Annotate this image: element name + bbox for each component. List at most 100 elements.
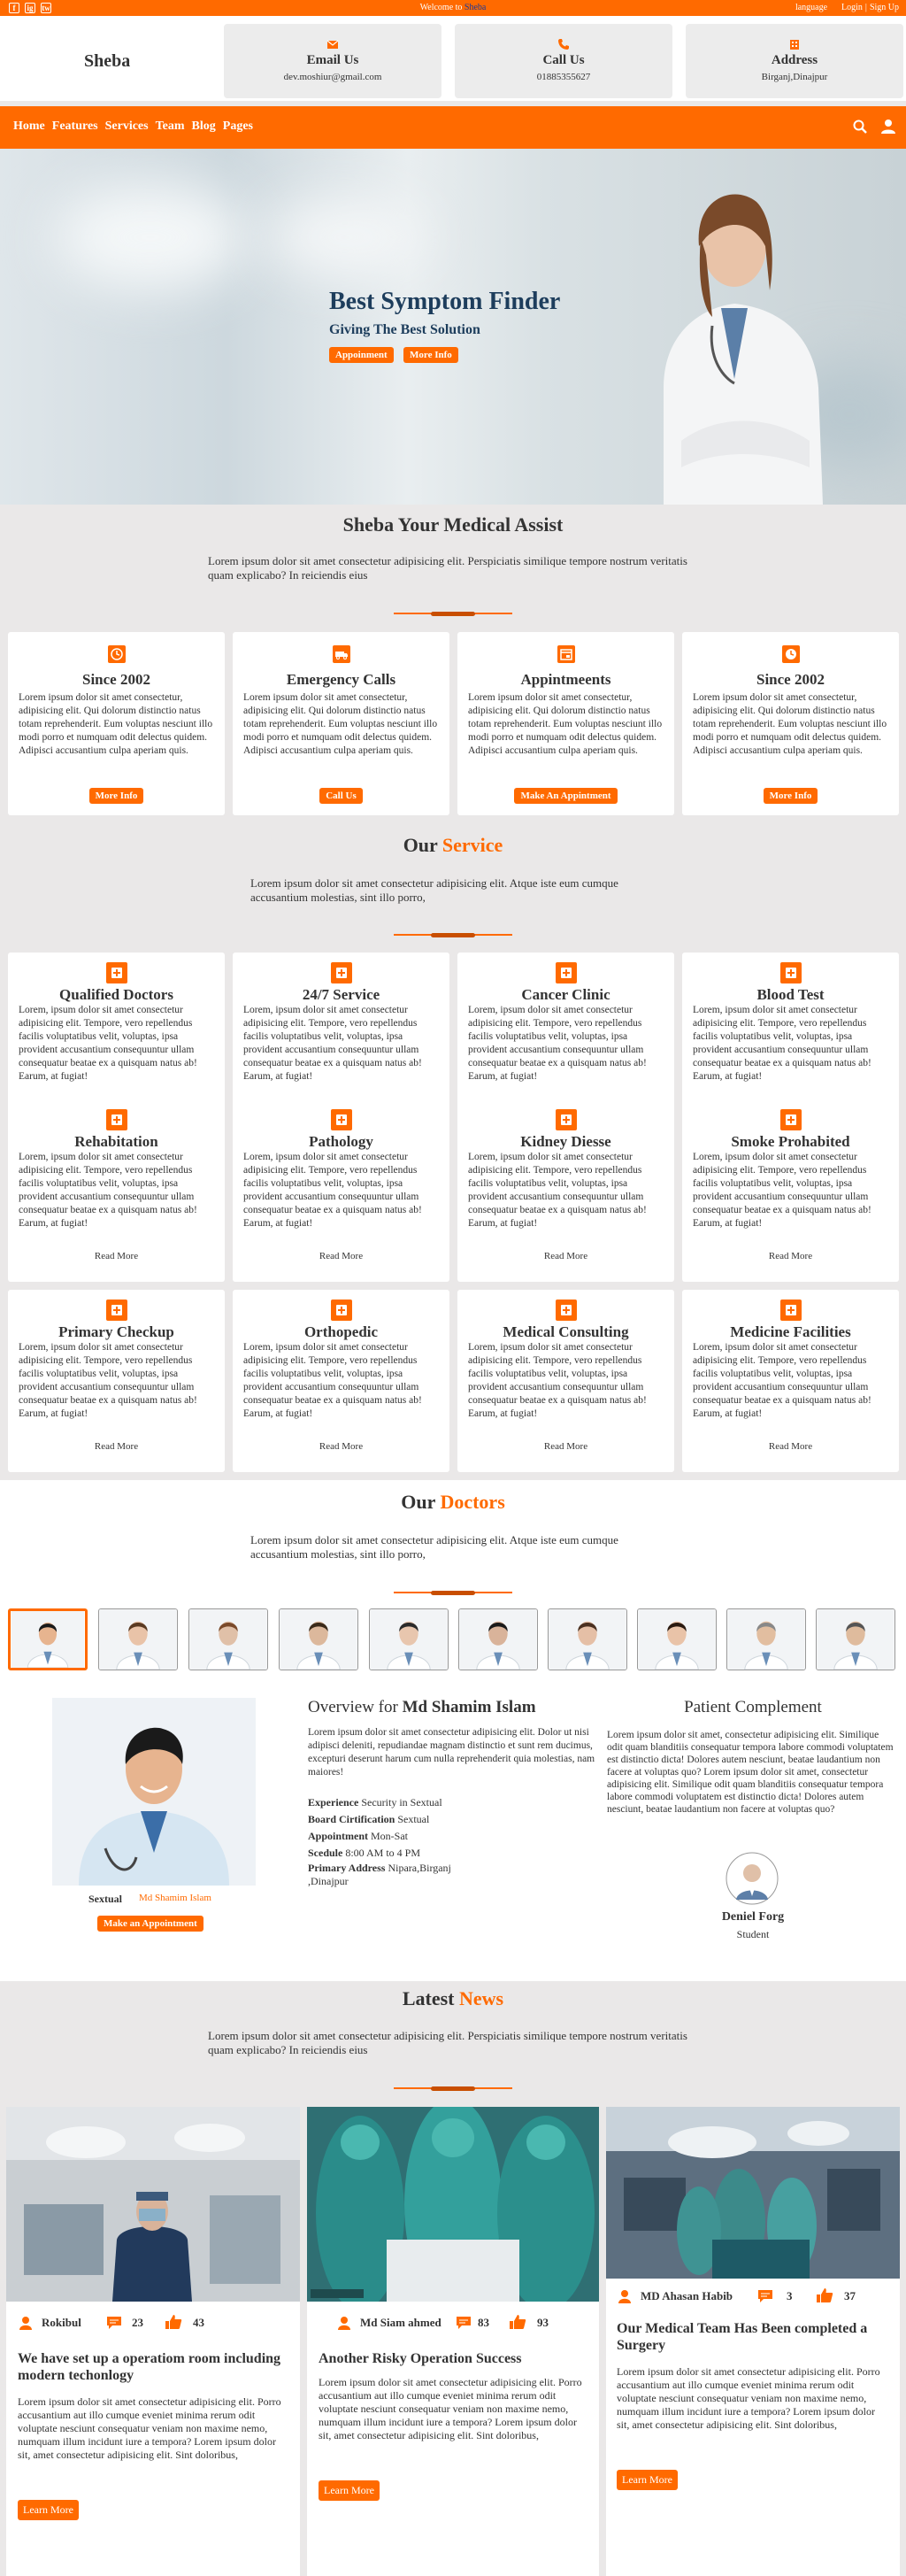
doctor-thumbnail[interactable] <box>188 1608 268 1670</box>
detail-label: Primary Address <box>308 1862 386 1874</box>
read-more-link[interactable]: Read More <box>457 1441 674 1452</box>
service-title: Medicine Facilities <box>730 1323 851 1340</box>
news-author: Rokibul <box>42 2316 81 2329</box>
doctor-photo <box>52 1698 256 1886</box>
nav-home[interactable]: Home <box>13 120 45 134</box>
doctor-thumbnail-image <box>727 1609 805 1670</box>
operation-room-image <box>6 2107 300 2302</box>
feature-title: Since 2002 <box>82 671 150 688</box>
calendar-icon <box>557 645 575 663</box>
doctor-thumbnail[interactable] <box>548 1608 627 1670</box>
read-more-link[interactable]: Read More <box>8 1251 225 1261</box>
news-title[interactable]: We have set up a operatiom room includin… <box>18 2350 288 2384</box>
appointment-button[interactable]: Appoinment <box>329 347 394 363</box>
plus-icon <box>555 962 577 983</box>
nav-blog[interactable]: Blog <box>192 120 216 134</box>
nav-services[interactable]: Services <box>105 120 149 134</box>
section-divider <box>394 1591 512 1595</box>
more-info-button[interactable]: More Info <box>403 347 458 363</box>
read-more-link[interactable]: Read More <box>682 1251 899 1261</box>
news-title[interactable]: Our Medical Team Has Been completed a Su… <box>617 2320 887 2354</box>
complement-text: Lorem ipsum dolor sit amet, consectetur … <box>607 1730 894 1815</box>
make-appointment-button[interactable]: Make An Appintment <box>514 788 618 804</box>
service-title: 24/7 Service <box>302 986 380 1003</box>
doctor-thumbnail-image <box>638 1609 716 1670</box>
feature-card: Since 2002 Lorem ipsum dolor sit amet co… <box>682 632 899 815</box>
search-icon[interactable] <box>852 119 868 135</box>
news-heading: Latest News <box>0 1987 906 2010</box>
doctor-detail-row: Experience Security in Sextual <box>308 1794 485 1811</box>
overview-doctor-name: Md Shamim Islam <box>402 1698 536 1716</box>
doctor-thumbnail[interactable] <box>458 1608 538 1670</box>
doctor-thumbnail[interactable] <box>279 1608 358 1670</box>
address-box[interactable]: Address Birganj,Dinajpur <box>686 24 903 98</box>
signup-link[interactable]: Sign Up <box>870 3 899 12</box>
welcome-text: Welcome to Sheba <box>0 3 906 12</box>
user-icon[interactable] <box>880 119 896 135</box>
nav-team[interactable]: Team <box>156 120 185 134</box>
service-title: Orthopedic <box>303 1323 379 1340</box>
more-info-button[interactable]: More Info <box>763 788 818 804</box>
call-box[interactable]: Call Us 01885355627 <box>455 24 672 98</box>
service-card: 24/7 Service Lorem, ipsum dolor sit amet … <box>233 953 449 1282</box>
nav-features[interactable]: Features <box>52 120 98 134</box>
detail-label: Appointment <box>308 1830 369 1842</box>
language-link[interactable]: language <box>795 3 827 12</box>
news-excerpt: Lorem ipsum dolor sit amet consectetur a… <box>617 2365 880 2431</box>
read-more-link[interactable]: Read More <box>233 1251 449 1261</box>
service-card: Medicine Facilities Lorem, ipsum dolor si… <box>682 1290 899 1472</box>
read-more-link[interactable]: Read More <box>682 1441 899 1452</box>
service-text: Lorem, ipsum dolor sit amet consectetur … <box>19 1152 197 1229</box>
login-link[interactable]: Login <box>841 3 863 12</box>
doctor-thumbnail[interactable] <box>726 1608 806 1670</box>
plus-icon <box>555 1300 577 1321</box>
comment-icon <box>758 2290 772 2302</box>
overview-prefix: Overview for <box>308 1698 403 1716</box>
plus-icon <box>330 1109 352 1130</box>
feature-title: Since 2002 <box>756 671 825 688</box>
email-value: dev.moshiur@gmail.com <box>283 72 382 82</box>
service-title: Primary Checkup <box>58 1323 174 1340</box>
nav-pages[interactable]: Pages <box>223 120 253 134</box>
doctor-thumbnail[interactable] <box>637 1608 717 1670</box>
make-appointment-button[interactable]: Make an Appointment <box>97 1916 203 1932</box>
thumbs-up-icon <box>510 2315 526 2329</box>
brand-logo[interactable]: Sheba <box>84 51 130 72</box>
heading-accent: News <box>459 1987 504 2009</box>
news-likes: 43 <box>193 2316 204 2329</box>
read-more-link[interactable]: Read More <box>457 1251 674 1261</box>
service-text: Lorem, ipsum dolor sit amet consectetur … <box>243 1005 422 1082</box>
doctor-thumbnail[interactable] <box>98 1608 178 1670</box>
news-excerpt: Lorem ipsum dolor sit amet consectetur a… <box>319 2376 582 2441</box>
service-text: Lorem, ipsum dolor sit amet consectetur … <box>19 1005 197 1082</box>
more-info-button[interactable]: More Info <box>88 788 144 804</box>
ambulance-icon <box>333 645 350 663</box>
heading-accent: Service <box>441 834 503 856</box>
learn-more-button[interactable]: Learn More <box>18 2500 79 2520</box>
news-comments: 3 <box>787 2289 793 2302</box>
service-text: Lorem, ipsum dolor sit amet consectetur … <box>243 1152 422 1229</box>
service-text: Lorem, ipsum dolor sit amet consectetur … <box>468 1005 647 1082</box>
section-divider <box>394 933 512 937</box>
feature-card: Appintmeents Lorem ipsum dolor sit amet … <box>457 632 674 815</box>
doctor-thumbnail[interactable] <box>8 1608 88 1670</box>
welcome-prefix: Welcome to <box>419 3 465 12</box>
doctor-thumbnail[interactable] <box>369 1608 449 1670</box>
patient-role: Student <box>736 1928 770 1940</box>
doctor-hero-image <box>664 194 823 505</box>
building-icon <box>790 40 799 50</box>
service-title: Pathology <box>309 1133 373 1150</box>
learn-more-button[interactable]: Learn More <box>319 2480 380 2501</box>
read-more-link[interactable]: Read More <box>233 1441 449 1452</box>
learn-more-button[interactable]: Learn More <box>617 2470 678 2490</box>
doctor-portrait-image <box>52 1698 256 1886</box>
feature-card: Since 2002 Lorem ipsum dolor sit amet co… <box>8 632 225 815</box>
service-card: Primary Checkup Lorem, ipsum dolor sit am… <box>8 1290 225 1472</box>
detail-label: Scedule <box>308 1847 343 1859</box>
doctor-thumbnail[interactable] <box>816 1608 895 1670</box>
news-title[interactable]: Another Risky Operation Success <box>319 2350 588 2367</box>
heading-part: Latest <box>402 1987 460 2009</box>
email-box[interactable]: Email Us dev.moshiur@gmail.com <box>224 24 441 98</box>
call-us-button[interactable]: Call Us <box>319 788 363 804</box>
read-more-link[interactable]: Read More <box>8 1441 225 1452</box>
